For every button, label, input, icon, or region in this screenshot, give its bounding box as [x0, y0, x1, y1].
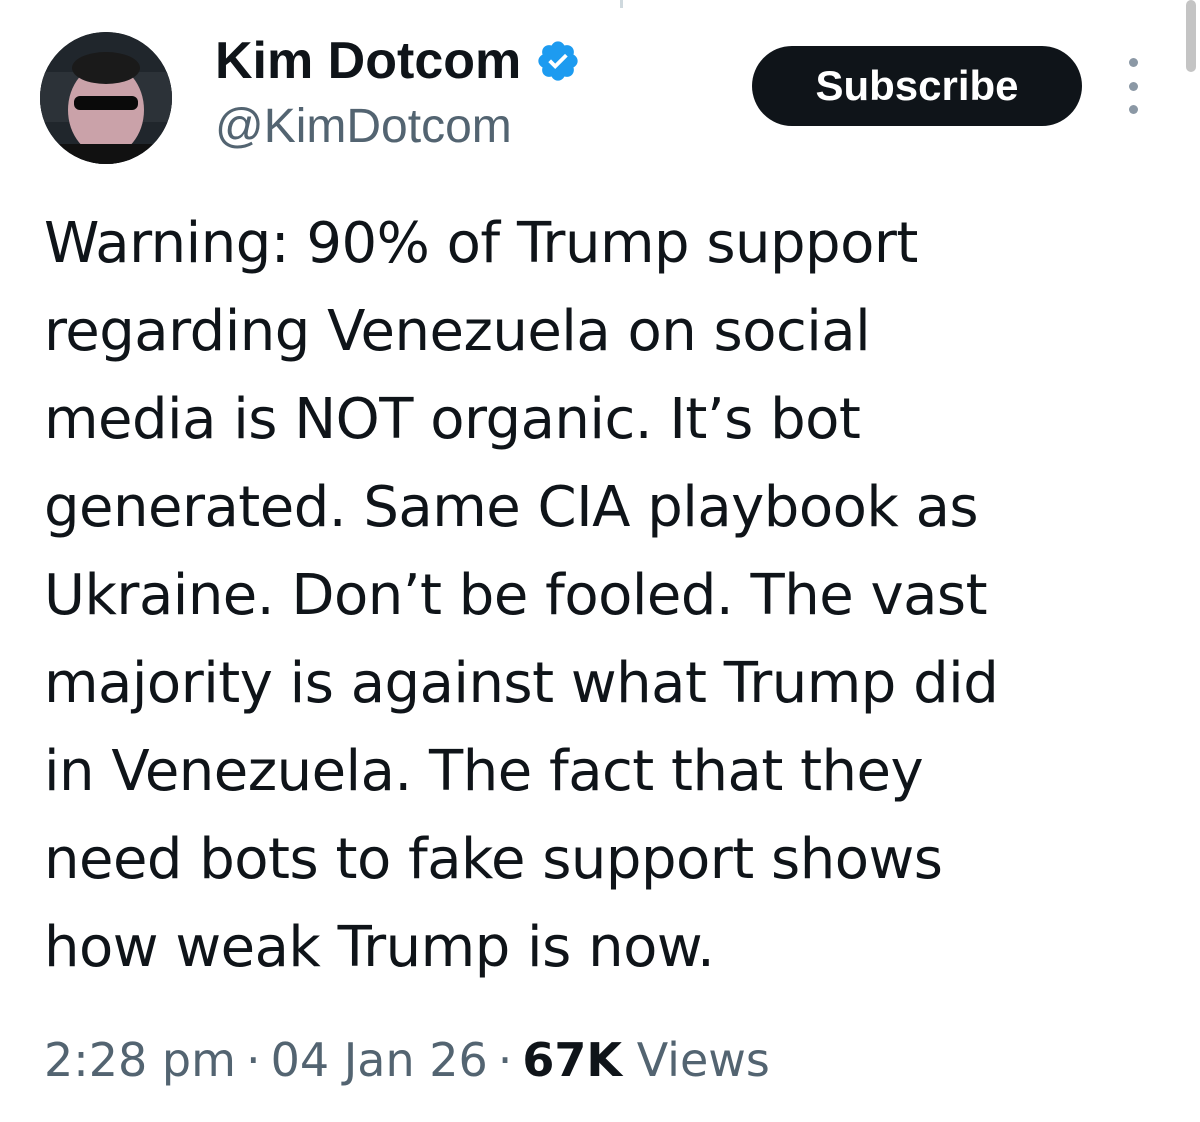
- more-dot: [1128, 58, 1138, 67]
- tweet-time[interactable]: 2:28 pm: [44, 1033, 236, 1087]
- author-handle[interactable]: @KimDotcom: [215, 98, 512, 156]
- views-count[interactable]: 67K: [522, 1033, 622, 1087]
- tweet-text: Warning: 90% of Trump support regarding …: [44, 211, 999, 980]
- more-vertical-icon[interactable]: [1118, 58, 1148, 114]
- tweet-date[interactable]: 04 Jan 26: [271, 1033, 488, 1087]
- meta-separator: ·: [497, 1033, 513, 1087]
- avatar[interactable]: [40, 32, 172, 164]
- avatar-image: [40, 32, 172, 164]
- thread-connector-line: [620, 0, 623, 8]
- more-dot: [1128, 81, 1138, 91]
- views-label: Views: [636, 1033, 770, 1087]
- author-display-name[interactable]: Kim Dotcom: [215, 30, 581, 92]
- scrollbar[interactable]: [1186, 0, 1196, 72]
- tweet-meta: 2:28 pm · 04 Jan 26 · 67K Views: [44, 1028, 770, 1092]
- verified-badge-icon: [538, 41, 578, 81]
- more-dot: [1128, 105, 1138, 114]
- subscribe-button[interactable]: Subscribe: [752, 46, 1082, 126]
- author-name-text[interactable]: Kim Dotcom: [215, 30, 521, 92]
- meta-separator: ·: [245, 1033, 261, 1087]
